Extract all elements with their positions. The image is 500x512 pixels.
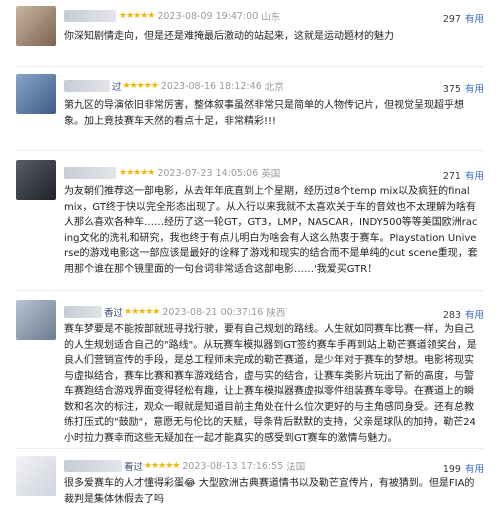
username[interactable]: [64, 80, 110, 92]
useful-button[interactable]: 有用: [465, 84, 484, 95]
star-rating: ★★★★★: [144, 461, 180, 471]
avatar[interactable]: [16, 6, 56, 46]
useful-count: 199: [442, 464, 461, 475]
star-rating: ★★★★★: [124, 307, 160, 317]
star-rating: ★★★★★: [119, 168, 155, 178]
divider: [16, 150, 484, 151]
avatar[interactable]: [16, 74, 56, 114]
review-location: 山东: [261, 12, 281, 23]
avatar[interactable]: [16, 300, 56, 340]
username[interactable]: [64, 306, 102, 318]
review-text: 第九区的导演依旧非常厉害，整体叙事虽然非常只是简单的人物传记片，但视觉呈现超乎想…: [64, 100, 464, 127]
review-location: 陕西: [266, 308, 286, 319]
useful-count: 283: [442, 310, 461, 321]
divider: [16, 66, 484, 67]
useful-votes: 271 有用: [443, 168, 484, 182]
useful-button[interactable]: 有用: [465, 464, 484, 475]
review-meta: 看过★★★★★ 2023-08-13 17:16:55 法国: [64, 459, 305, 477]
review-time: 2023-08-09 19:47:00: [157, 10, 259, 22]
review-time: 2023-07-23 14:05:06: [157, 167, 259, 179]
avatar[interactable]: [16, 456, 56, 496]
useful-button[interactable]: 有用: [465, 171, 484, 182]
review-text: 你深知剧情走向，但是还是难掩最后激动的站起来，这就是运动题材的魅力: [64, 31, 394, 42]
review-time: 2023-08-16 18:12:46: [160, 80, 262, 92]
review-meta: 香过★★★★★ 2023-08-21 00:37:16 陕西: [64, 305, 285, 323]
review-meta: ★★★★★ 2023-07-23 14:05:06 英国: [64, 166, 280, 184]
username[interactable]: [64, 10, 116, 22]
review-text: 为友朝们推荐这一部电影，从去年年底直到上个星期，经历过8个temp mix以及疯…: [64, 186, 478, 275]
rating-label: 看过: [124, 462, 144, 473]
review-text: 很多爱赛车的人才懂得彩蛋😂 大型欧洲古典赛道情书以及勒芒宣传片，有被猜到。但是F…: [64, 478, 475, 505]
rating-label: 香过: [104, 308, 124, 319]
useful-count: 297: [442, 14, 461, 25]
review-time: 2023-08-13 17:16:55: [182, 460, 284, 472]
useful-votes: 199 有用: [443, 461, 484, 475]
review-location: 北京: [264, 82, 284, 93]
review-location: 法国: [286, 462, 306, 473]
review-time: 2023-08-21 00:37:16: [162, 306, 264, 318]
useful-count: 375: [442, 84, 461, 95]
username[interactable]: [64, 460, 122, 472]
useful-button[interactable]: 有用: [465, 14, 484, 25]
review-meta: 过★★★★★ 2023-08-16 18:12:46 北京: [64, 79, 284, 97]
review-text: 赛车梦要是不能按部就班寻找行驶，要有自己规划的路线。人生就如同赛车比赛一样，为自…: [64, 324, 477, 444]
divider: [16, 448, 484, 449]
username[interactable]: [64, 167, 116, 179]
useful-count: 271: [442, 171, 461, 182]
useful-votes: 297 有用: [443, 11, 484, 25]
review-meta: ★★★★★ 2023-08-09 19:47:00 山东: [64, 9, 280, 27]
useful-button[interactable]: 有用: [465, 310, 484, 321]
useful-votes: 283 有用: [443, 307, 484, 321]
rating-label: 过: [112, 82, 122, 93]
star-rating: ★★★★★: [119, 11, 155, 21]
avatar[interactable]: [16, 160, 56, 200]
review-location: 英国: [261, 169, 281, 180]
star-rating: ★★★★★: [122, 81, 159, 91]
useful-votes: 375 有用: [443, 81, 484, 95]
divider: [16, 290, 484, 291]
